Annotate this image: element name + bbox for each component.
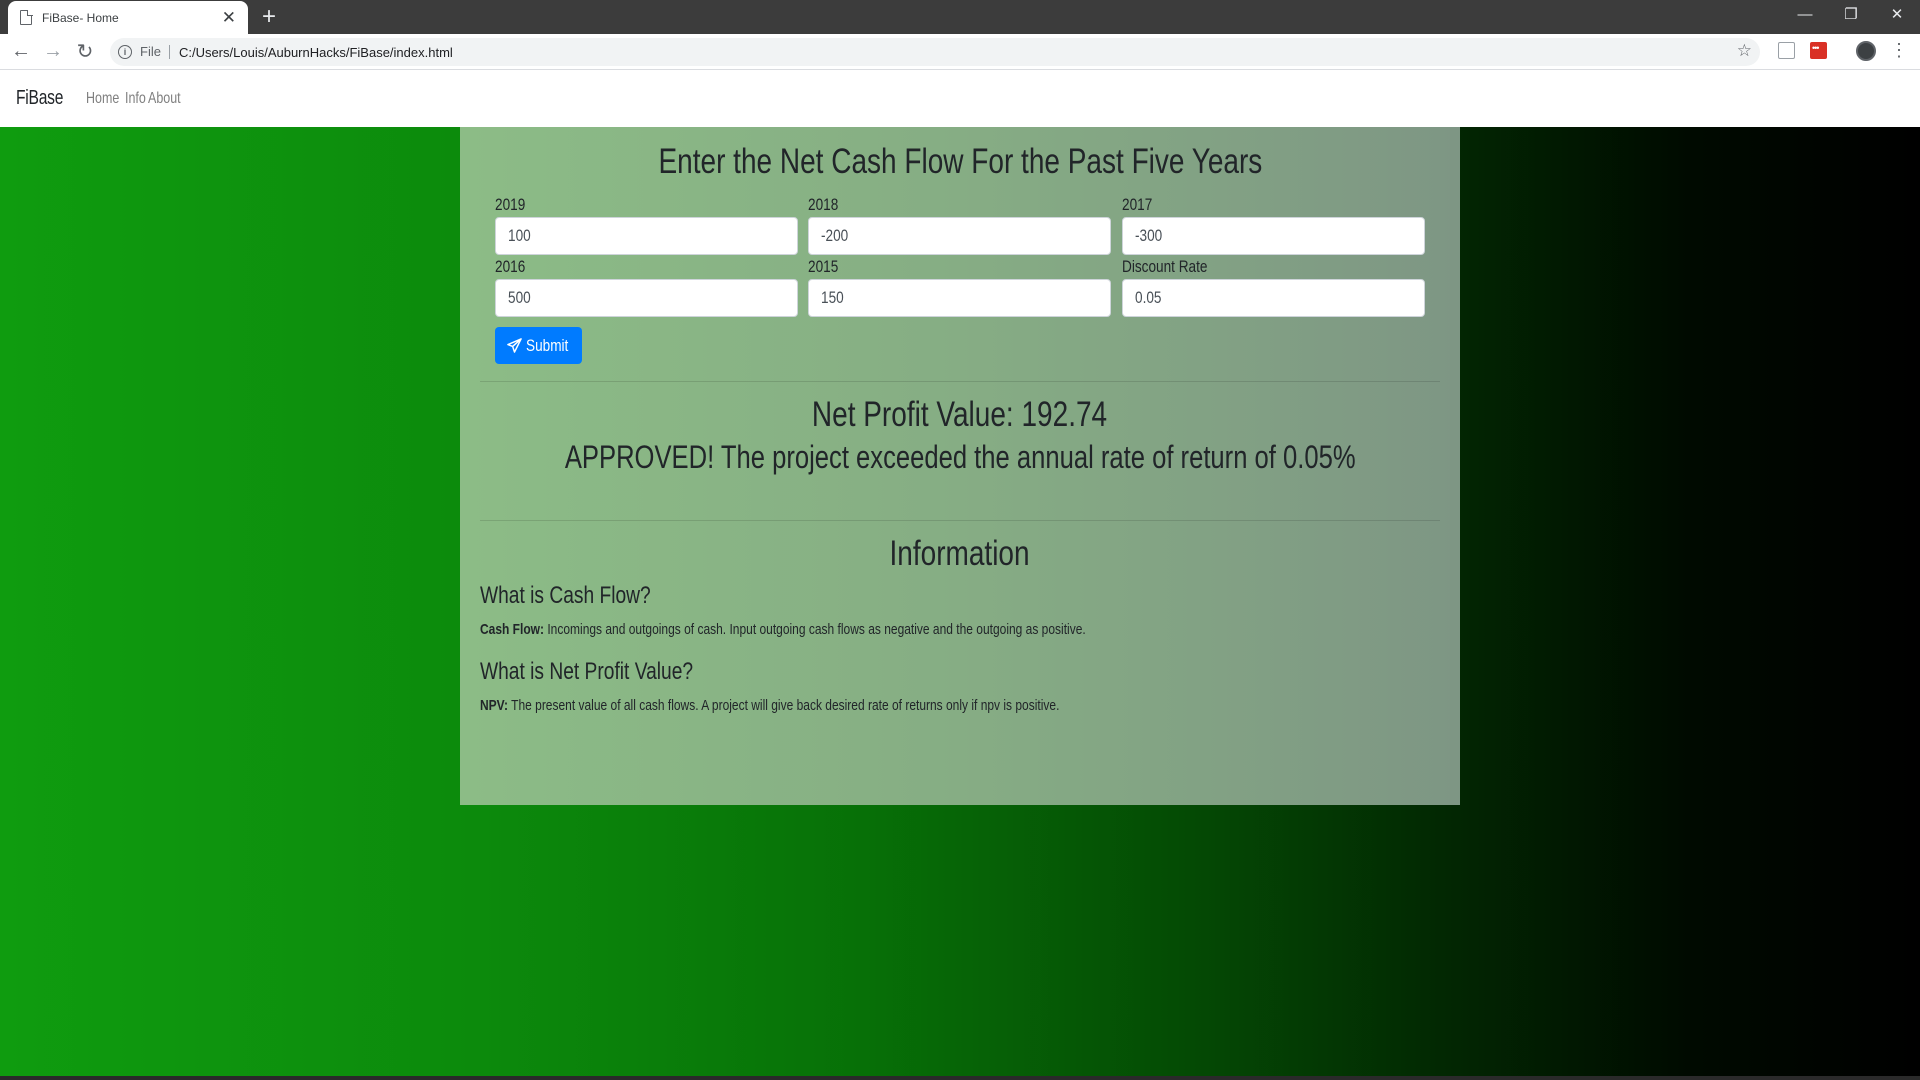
new-tab-button[interactable]: + [262, 3, 276, 31]
label-discount-rate: Discount Rate [1122, 257, 1208, 276]
brand-logo[interactable]: FiBase [16, 87, 63, 110]
information-heading: Information [889, 534, 1031, 573]
browser-toolbar: ← → ↻ i File C:/Users/Louis/AuburnHacks/… [0, 34, 1920, 70]
nav-link-about[interactable]: About [148, 90, 181, 108]
input-2017[interactable]: -300 [1122, 217, 1425, 255]
nav-link-home[interactable]: Home [86, 90, 119, 108]
close-tab-icon[interactable]: ✕ [222, 9, 236, 26]
answer-cash-flow: Cash Flow: Incomings and outgoings of ca… [480, 621, 1237, 638]
main-panel: Enter the Net Cash Flow For the Past Fiv… [460, 127, 1460, 805]
minimize-icon[interactable]: — [1782, 0, 1828, 28]
divider [480, 520, 1440, 521]
nav-link-info[interactable]: Info [125, 90, 146, 108]
browser-menu-icon[interactable]: ⋮ [1890, 40, 1908, 60]
info-icon[interactable]: i [118, 45, 132, 59]
browser-tabstrip: FiBase- Home ✕ + — ❐ ✕ [0, 0, 1920, 34]
label-2016: 2016 [495, 257, 526, 276]
bookmark-star-icon[interactable]: ☆ [1737, 41, 1752, 61]
site-navbar: FiBase Home Info About [0, 70, 1920, 127]
restore-icon[interactable]: ❐ [1828, 0, 1874, 28]
page-icon [20, 9, 33, 25]
paper-plane-icon [506, 338, 522, 353]
taskbar-edge [0, 1076, 1920, 1080]
npv-result: Net Profit Value: 192.74 [812, 395, 1108, 434]
profile-avatar[interactable] [1856, 41, 1876, 61]
window-close-icon[interactable]: ✕ [1874, 0, 1920, 28]
input-discount-rate[interactable]: 0.05 [1122, 279, 1425, 317]
answer-npv: NPV: The present value of all cash flows… [480, 697, 1204, 714]
address-bar[interactable]: i File C:/Users/Louis/AuburnHacks/FiBase… [110, 38, 1760, 66]
form-title: Enter the Net Cash Flow For the Past Fiv… [658, 142, 1262, 181]
extension-red-icon[interactable] [1810, 42, 1827, 59]
question-npv: What is Net Profit Value? [480, 658, 694, 685]
forward-arrow-icon[interactable]: → [37, 36, 69, 68]
approval-status: APPROVED! The project exceeded the annua… [564, 439, 1356, 475]
file-scheme-label: File [140, 45, 170, 59]
tab-title: FiBase- Home [42, 10, 119, 25]
definition-npv: The present value of all cash flows. A p… [508, 697, 1060, 714]
browser-tab[interactable]: FiBase- Home ✕ [8, 1, 248, 34]
question-cash-flow: What is Cash Flow? [480, 582, 651, 609]
definition-cash-flow: Incomings and outgoings of cash. Input o… [544, 621, 1086, 638]
input-2015[interactable]: 150 [808, 279, 1111, 317]
term-cash-flow: Cash Flow: [480, 621, 545, 638]
window-controls: — ❐ ✕ [1782, 0, 1920, 28]
input-2018[interactable]: -200 [808, 217, 1111, 255]
reload-icon[interactable]: ↻ [69, 36, 101, 68]
input-2016[interactable]: 500 [495, 279, 798, 317]
url-text[interactable]: C:/Users/Louis/AuburnHacks/FiBase/index.… [179, 45, 453, 60]
back-arrow-icon[interactable]: ← [5, 36, 37, 68]
label-2015: 2015 [808, 257, 839, 276]
label-2018: 2018 [808, 195, 839, 214]
label-2019: 2019 [495, 195, 526, 214]
label-2017: 2017 [1122, 195, 1153, 214]
term-npv: NPV: [480, 697, 509, 714]
extension-icon[interactable] [1778, 42, 1795, 59]
submit-button[interactable]: Submit [495, 327, 582, 364]
divider [480, 381, 1440, 382]
input-2019[interactable]: 100 [495, 217, 798, 255]
